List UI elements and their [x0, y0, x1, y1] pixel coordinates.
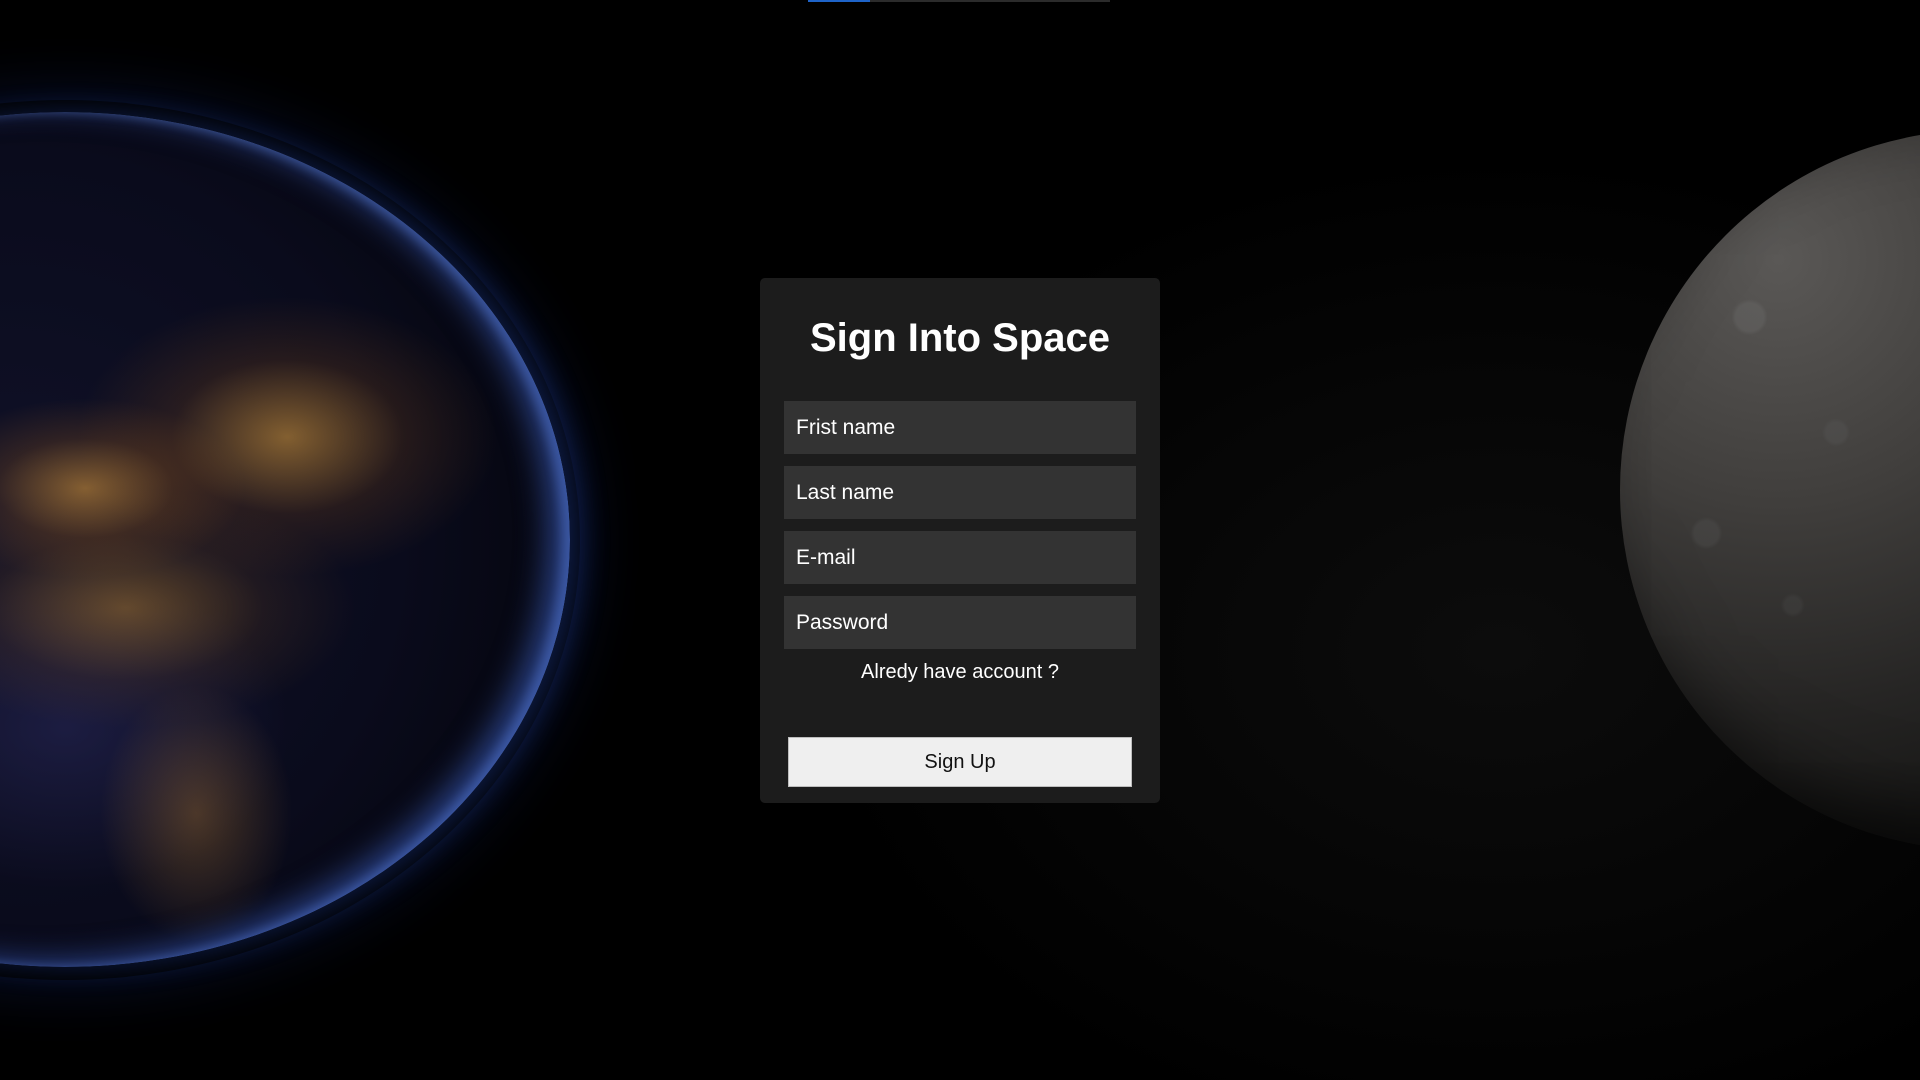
top-progress-indicator — [808, 0, 870, 2]
first-name-input[interactable] — [784, 401, 1136, 454]
space-background: Sign Into Space Alredy have account ? Si… — [0, 0, 1920, 1080]
form-title: Sign Into Space — [809, 316, 1111, 360]
sign-up-button[interactable]: Sign Up — [788, 737, 1132, 787]
earth-image — [0, 112, 570, 967]
moon-image — [1620, 130, 1920, 850]
last-name-input[interactable] — [784, 466, 1136, 519]
password-input[interactable] — [784, 596, 1136, 649]
already-have-account-link[interactable]: Alredy have account ? — [760, 661, 1160, 684]
signup-form-card: Sign Into Space Alredy have account ? Si… — [760, 278, 1160, 803]
email-input[interactable] — [784, 531, 1136, 584]
